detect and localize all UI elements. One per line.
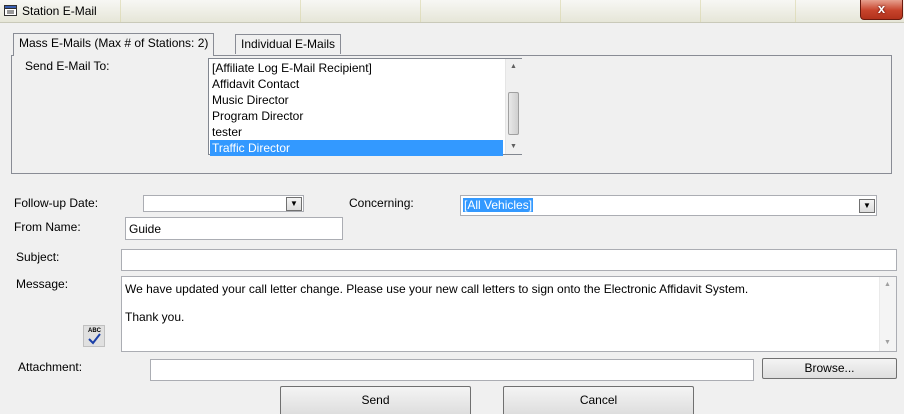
message-textarea[interactable]: We have updated your call letter change.… xyxy=(121,276,897,352)
close-button[interactable]: x xyxy=(860,0,903,20)
scroll-thumb[interactable] xyxy=(508,92,519,135)
list-item[interactable]: tester xyxy=(210,124,503,140)
listbox-scrollbar[interactable]: ▲ ▼ xyxy=(505,59,522,154)
message-line-2: Thank you. xyxy=(125,310,185,324)
followup-date-label: Follow-up Date: xyxy=(14,196,99,210)
cancel-button[interactable]: Cancel xyxy=(503,386,694,414)
from-name-input[interactable]: Guide xyxy=(125,217,343,240)
window-title: Station E-Mail xyxy=(22,4,97,18)
message-line-1: We have updated your call letter change.… xyxy=(125,282,749,296)
subject-input[interactable] xyxy=(121,249,897,271)
chevron-down-icon[interactable]: ▼ xyxy=(859,199,875,213)
list-item[interactable]: Music Director xyxy=(210,92,503,108)
attachment-input[interactable] xyxy=(150,359,754,381)
scroll-up-icon[interactable]: ▲ xyxy=(884,281,891,289)
send-button[interactable]: Send xyxy=(280,386,471,414)
from-name-label: From Name: xyxy=(14,220,81,234)
send-to-label: Send E-Mail To: xyxy=(25,59,110,73)
spellcheck-button[interactable]: ABC xyxy=(83,325,105,347)
list-item[interactable]: Program Director xyxy=(210,108,503,124)
list-item[interactable]: Affidavit Contact xyxy=(210,76,503,92)
browse-button[interactable]: Browse... xyxy=(762,358,897,379)
attachment-label: Attachment: xyxy=(18,360,83,374)
close-icon: x xyxy=(877,1,886,16)
list-item-selected[interactable]: Traffic Director xyxy=(210,140,503,156)
concerning-combo[interactable]: [All Vehicles] ▼ xyxy=(460,195,877,216)
recipient-listbox[interactable]: [Affiliate Log E-Mail Recipient] Affidav… xyxy=(208,58,522,156)
concerning-value: [All Vehicles] xyxy=(463,198,534,212)
tab-individual-emails[interactable]: Individual E-Mails xyxy=(235,34,342,54)
scroll-up-icon[interactable]: ▲ xyxy=(510,63,517,71)
followup-date-combo[interactable]: ▼ xyxy=(143,195,304,212)
subject-label: Subject: xyxy=(16,250,60,264)
tab-mass-emails[interactable]: Mass E-Mails (Max # of Stations: 2) xyxy=(13,33,215,56)
station-email-icon xyxy=(4,5,17,16)
spellcheck-icon xyxy=(88,333,101,345)
chevron-down-icon[interactable]: ▼ xyxy=(286,197,302,211)
scroll-down-icon[interactable]: ▼ xyxy=(884,339,891,347)
message-scrollbar[interactable]: ▲ ▼ xyxy=(879,277,896,351)
scroll-down-icon[interactable]: ▼ xyxy=(510,143,517,151)
concerning-label: Concerning: xyxy=(349,196,414,210)
title-bar[interactable]: Station E-Mail x xyxy=(0,0,904,23)
message-label: Message: xyxy=(16,277,69,291)
list-item[interactable]: [Affiliate Log E-Mail Recipient] xyxy=(210,60,503,76)
